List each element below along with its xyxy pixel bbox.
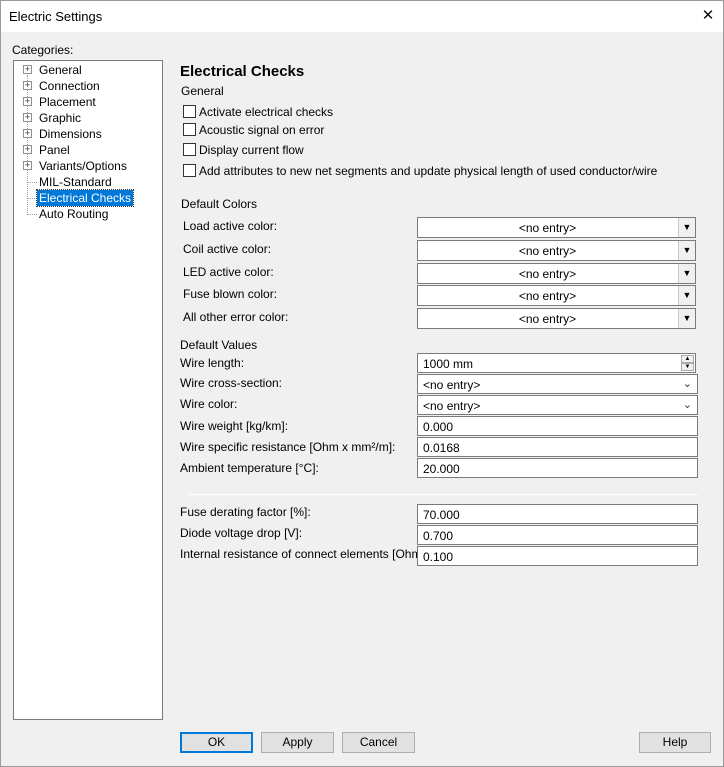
tree-item-label[interactable]: Auto Routing [37, 206, 110, 222]
input-value: 0.0168 [423, 441, 460, 455]
plus-icon[interactable]: + [23, 97, 32, 106]
coil-active-color-label: Coil active color: [183, 242, 272, 256]
chevron-down-icon[interactable]: ▼ [678, 286, 695, 305]
other-error-color-label: All other error color: [183, 310, 289, 324]
chevron-down-icon[interactable]: ▼ [678, 309, 695, 328]
led-active-color-label: LED active color: [183, 265, 274, 279]
chevron-down-icon[interactable]: ▼ [678, 218, 695, 237]
fuse-blown-color-label: Fuse blown color: [183, 287, 278, 301]
dropdown-value: <no entry> [518, 312, 577, 326]
wire-resistance-label: Wire specific resistance [Ohm x mm²/m]: [180, 440, 396, 454]
wire-weight-label: Wire weight [kg/km]: [180, 419, 289, 433]
window-title: Electric Settings [9, 9, 103, 24]
plus-icon[interactable]: + [23, 113, 32, 122]
input-value: 0.000 [423, 420, 454, 434]
wire-weight-input[interactable]: 0.000 [417, 416, 698, 436]
wire-length-label: Wire length: [180, 356, 245, 370]
spin-down-icon[interactable]: ▼ [681, 363, 694, 371]
activate-checks-checkbox[interactable] [183, 105, 196, 118]
dropdown-value: <no entry> [518, 267, 577, 281]
tree-item-label[interactable]: Connection [37, 78, 102, 94]
tree-item-label[interactable]: Dimensions [37, 126, 104, 142]
dropdown-value: <no entry> [423, 399, 481, 413]
ok-button[interactable]: OK [180, 732, 253, 753]
section-divider [188, 494, 698, 495]
wire-length-input[interactable]: 1000 mm ▲ ▼ [417, 353, 696, 373]
internal-resistance-input[interactable]: 0.100 [417, 546, 698, 566]
ambient-temperature-input[interactable]: 20.000 [417, 458, 698, 478]
wire-cross-section-label: Wire cross-section: [180, 376, 283, 390]
default-colors-label: Default Colors [181, 197, 258, 211]
other-error-color-dropdown[interactable]: <no entry> ▼ [417, 308, 696, 329]
chevron-down-icon[interactable]: ⌄ [683, 377, 692, 390]
plus-icon[interactable]: + [23, 145, 32, 154]
tree-connector [27, 198, 37, 199]
input-value: 20.000 [423, 462, 460, 476]
dropdown-value: <no entry> [423, 378, 481, 392]
chevron-down-icon[interactable]: ▼ [678, 241, 695, 260]
input-value: 70.000 [423, 508, 460, 522]
add-attributes-checkbox[interactable] [183, 164, 196, 177]
fuse-derating-input[interactable]: 70.000 [417, 504, 698, 524]
wire-color-dropdown[interactable]: <no entry> ⌄ [417, 395, 698, 415]
ambient-temperature-label: Ambient temperature [°C]: [180, 461, 319, 475]
led-active-color-dropdown[interactable]: <no entry> ▼ [417, 263, 696, 284]
plus-icon[interactable]: + [23, 65, 32, 74]
help-button[interactable]: Help [639, 732, 711, 753]
input-value: 0.700 [423, 529, 454, 543]
plus-icon[interactable]: + [23, 81, 32, 90]
plus-icon[interactable]: + [23, 161, 32, 170]
title-bar: Electric Settings ✕ [1, 1, 723, 32]
dropdown-value: <no entry> [518, 244, 577, 258]
acoustic-signal-label[interactable]: Acoustic signal on error [199, 123, 324, 137]
tree-item-label[interactable]: MIL-Standard [37, 174, 114, 190]
general-group-label: General [181, 84, 224, 98]
apply-button[interactable]: Apply [261, 732, 334, 753]
internal-resistance-label: Internal resistance of connect elements … [180, 547, 429, 561]
chevron-down-icon[interactable]: ▼ [678, 264, 695, 283]
input-value: 0.100 [423, 550, 454, 564]
diode-voltage-label: Diode voltage drop [V]: [180, 526, 303, 540]
wire-resistance-input[interactable]: 0.0168 [417, 437, 698, 457]
diode-voltage-input[interactable]: 0.700 [417, 525, 698, 545]
fuse-blown-color-dropdown[interactable]: <no entry> ▼ [417, 285, 696, 306]
display-current-checkbox[interactable] [183, 143, 196, 156]
wire-color-label: Wire color: [180, 397, 238, 411]
chevron-down-icon[interactable]: ⌄ [683, 398, 692, 411]
load-active-color-label: Load active color: [183, 219, 278, 233]
coil-active-color-dropdown[interactable]: <no entry> ▼ [417, 240, 696, 261]
settings-dialog: Electric Settings ✕ Categories: + Genera… [0, 0, 724, 767]
close-icon[interactable]: ✕ [693, 1, 723, 32]
spin-up-icon[interactable]: ▲ [681, 355, 694, 363]
tree-connector [27, 182, 37, 183]
tree-item-label[interactable]: Graphic [37, 110, 83, 126]
add-attributes-label[interactable]: Add attributes to new net segments and u… [199, 164, 657, 178]
plus-icon[interactable]: + [23, 129, 32, 138]
default-values-label: Default Values [180, 338, 258, 352]
display-current-label[interactable]: Display current flow [199, 143, 304, 157]
acoustic-signal-checkbox[interactable] [183, 123, 196, 136]
dropdown-value: <no entry> [518, 221, 577, 235]
wire-cross-section-dropdown[interactable]: <no entry> ⌄ [417, 374, 698, 394]
tree-item-label[interactable]: Variants/Options [37, 158, 129, 174]
tree-connector [27, 214, 37, 215]
categories-label: Categories: [12, 43, 74, 57]
activate-checks-label[interactable]: Activate electrical checks [199, 105, 333, 119]
page-title: Electrical Checks [180, 63, 305, 80]
load-active-color-dropdown[interactable]: <no entry> ▼ [417, 217, 696, 238]
tree-item-label[interactable]: Panel [37, 142, 72, 158]
fuse-derating-label: Fuse derating factor [%]: [180, 505, 311, 519]
input-value: 1000 mm [423, 357, 474, 371]
dropdown-value: <no entry> [518, 289, 577, 303]
categories-tree[interactable]: + General + Connection + Placement + Gra… [13, 60, 163, 720]
tree-item-label[interactable]: Electrical Checks [35, 189, 135, 207]
cancel-button[interactable]: Cancel [342, 732, 415, 753]
tree-item-label[interactable]: Placement [37, 94, 98, 110]
tree-item-label[interactable]: General [37, 62, 84, 78]
